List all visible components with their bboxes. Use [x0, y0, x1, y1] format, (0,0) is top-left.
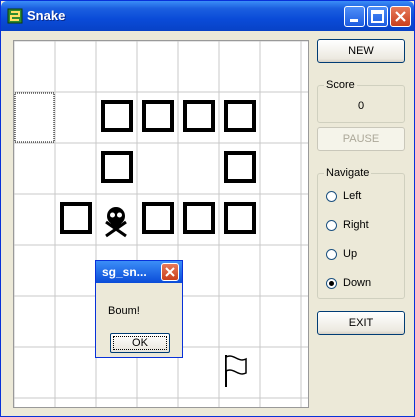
- cursor-cell: [14, 92, 55, 143]
- snake-segment: [101, 151, 133, 183]
- pause-button[interactable]: PAUSE: [317, 127, 405, 151]
- flag-icon: [225, 355, 247, 387]
- snake-segment: [101, 100, 133, 132]
- snake-segment: [224, 151, 256, 183]
- snake-segment: [60, 202, 92, 234]
- radio-right-indicator: [326, 220, 337, 231]
- message-dialog: sg_sn... Boum! OK: [95, 260, 183, 358]
- score-label: Score: [324, 79, 357, 91]
- window-title: Snake: [27, 8, 66, 23]
- ok-button[interactable]: OK: [110, 333, 170, 353]
- dialog-message: Boum!: [108, 305, 140, 317]
- navigate-label: Navigate: [324, 167, 372, 179]
- dialog-close-button[interactable]: [161, 263, 179, 281]
- snake-app-icon: [7, 8, 23, 24]
- radio-down-indicator: [326, 278, 337, 289]
- minimize-icon: [350, 19, 358, 22]
- minimize-button[interactable]: [344, 6, 365, 27]
- direction-down-label: Down: [343, 277, 372, 289]
- skull-part: [117, 212, 122, 218]
- title-bar[interactable]: Snake: [1, 1, 414, 31]
- snake-window: Snake NEW Score 0 PAUSE Navigate Left Ri…: [0, 0, 415, 417]
- close-icon: [395, 11, 406, 22]
- close-icon: [165, 267, 175, 277]
- new-button[interactable]: NEW: [317, 39, 405, 63]
- direction-right-label: Right: [343, 219, 369, 231]
- radio-up-indicator: [326, 249, 337, 260]
- dialog-title-bar[interactable]: sg_sn...: [96, 261, 182, 283]
- maximize-icon: [371, 10, 384, 23]
- direction-up-label: Up: [343, 248, 358, 260]
- snake-segment: [183, 100, 215, 132]
- flag-part: [225, 355, 247, 375]
- score-value: 0: [357, 100, 365, 112]
- dialog-title: sg_sn...: [102, 265, 147, 279]
- snake-segment: [224, 100, 256, 132]
- skull-part: [110, 212, 115, 218]
- navigate-group: Navigate Left Right Up Down: [317, 167, 405, 299]
- radio-left-indicator: [326, 191, 337, 202]
- maximize-button[interactable]: [367, 6, 388, 27]
- skull-part: [111, 222, 121, 227]
- exit-button[interactable]: EXIT: [317, 311, 405, 335]
- close-button[interactable]: [390, 6, 411, 27]
- score-group: Score 0: [317, 79, 405, 123]
- snake-segment: [183, 202, 215, 234]
- skull-crossbones-icon: [105, 207, 127, 238]
- snake-segment: [142, 100, 174, 132]
- snake-segment: [224, 202, 256, 234]
- direction-left-label: Left: [343, 190, 362, 202]
- snake-segment: [142, 202, 174, 234]
